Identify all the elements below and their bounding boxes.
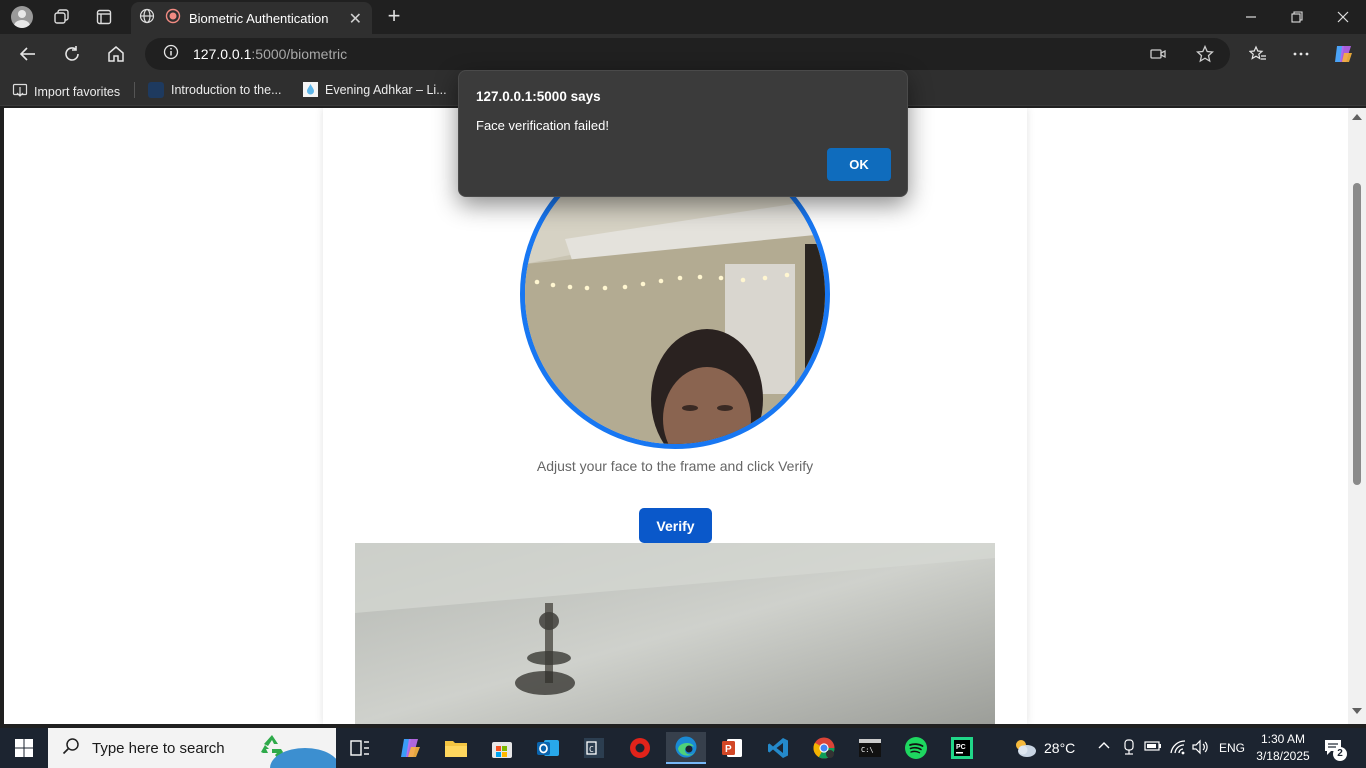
camera-tray-icon[interactable] [1121, 739, 1137, 758]
globe-icon [139, 8, 155, 29]
show-hidden-icons-icon[interactable] [1097, 739, 1111, 756]
url-path: :5000/biometric [251, 46, 348, 62]
vscode-icon[interactable] [758, 732, 798, 764]
battery-icon[interactable] [1144, 740, 1162, 755]
bookmark-label: Import favorites [34, 84, 121, 99]
new-tab-button[interactable]: + [380, 3, 408, 31]
spotify-icon[interactable] [896, 732, 936, 764]
restore-button[interactable] [1274, 0, 1320, 34]
biometric-card: Adjust your face to the frame and click … [323, 108, 1027, 724]
powerpoint-icon[interactable]: P [712, 732, 752, 764]
tab-actions-icon[interactable] [86, 0, 122, 34]
clock-time[interactable]: 1:30 AM [1258, 732, 1308, 746]
alert-dialog: 127.0.0.1:5000 says Face verification fa… [458, 70, 908, 197]
taskbar: Type here to search C P C:\ PC 28°C ENG … [0, 728, 1366, 768]
search-icon [62, 737, 80, 760]
chrome-icon[interactable] [804, 732, 844, 764]
copilot-app-icon[interactable] [390, 732, 430, 764]
close-window-button[interactable] [1320, 0, 1366, 34]
file-explorer-icon[interactable] [436, 732, 476, 764]
site-info-icon[interactable] [163, 44, 179, 65]
minimize-button[interactable] [1228, 0, 1274, 34]
svg-text:C:\: C:\ [861, 746, 874, 754]
dialog-ok-button[interactable]: OK [827, 148, 891, 181]
start-windows-icon[interactable] [4, 732, 44, 764]
webcam-video [355, 543, 995, 724]
task-view-icon[interactable] [340, 732, 380, 764]
camera-in-use-icon[interactable] [1150, 46, 1166, 67]
refresh-icon[interactable] [56, 38, 88, 70]
bookmark-label: Evening Adhkar – Li... [325, 82, 447, 97]
bookmarks-divider [134, 82, 135, 98]
volume-icon[interactable] [1192, 739, 1210, 758]
water-drop-icon [303, 82, 318, 97]
tab-title: Biometric Authentication [189, 10, 329, 26]
scrollbar-thumb[interactable] [1353, 183, 1361, 485]
profile-avatar-icon[interactable] [4, 0, 40, 34]
terminal-app-icon[interactable]: C [574, 732, 614, 764]
site-favicon-icon [148, 82, 164, 98]
bookmark-import-favorites[interactable]: Import favorites [12, 82, 120, 101]
taskbar-search-box[interactable]: Type here to search [48, 728, 336, 768]
page-scrollbar[interactable] [1348, 108, 1366, 724]
record-app-icon[interactable] [620, 732, 660, 764]
workspaces-icon[interactable] [44, 0, 80, 34]
navigation-bar: 127.0.0.1:5000/biometric [0, 34, 1366, 74]
pycharm-icon[interactable]: PC [942, 732, 982, 764]
edge-browser-icon[interactable] [666, 732, 706, 764]
favorite-star-icon[interactable] [1195, 44, 1215, 68]
instruction-text: Adjust your face to the frame and click … [536, 458, 814, 474]
favorites-icon[interactable] [1242, 38, 1274, 70]
bookmark-label: Introduction to the... [171, 83, 282, 97]
wifi-icon[interactable] [1169, 739, 1187, 758]
recording-indicator-icon [165, 8, 181, 29]
weather-icon[interactable] [1008, 732, 1042, 764]
svg-text:P: P [725, 744, 732, 755]
weather-temperature[interactable]: 28°C [1044, 740, 1075, 756]
scroll-down-arrow-icon[interactable] [1352, 708, 1362, 714]
tab-strip: Biometric Authentication ✕ + [0, 0, 1366, 34]
notification-badge: 2 [1333, 747, 1347, 761]
copilot-icon[interactable] [1327, 38, 1359, 70]
language-indicator[interactable]: ENG [1219, 741, 1245, 755]
webcam-video-image [355, 543, 995, 724]
tab-biometric-authentication[interactable]: Biometric Authentication ✕ [131, 2, 372, 34]
dialog-message: Face verification failed! [476, 118, 609, 133]
page-viewport: Adjust your face to the frame and click … [4, 108, 1348, 724]
microsoft-store-icon[interactable] [482, 732, 522, 764]
home-icon[interactable] [100, 38, 132, 70]
svg-text:C: C [589, 745, 594, 754]
command-prompt-icon[interactable]: C:\ [850, 732, 890, 764]
verify-button[interactable]: Verify [639, 508, 712, 543]
close-tab-icon[interactable]: ✕ [349, 9, 362, 29]
search-placeholder: Type here to search [92, 739, 225, 757]
bookmark-evening-adhkar[interactable]: Evening Adhkar – Li... [303, 82, 447, 97]
svg-text:PC: PC [956, 744, 966, 751]
more-menu-icon[interactable] [1285, 38, 1317, 70]
address-bar[interactable]: 127.0.0.1:5000/biometric [145, 38, 1230, 70]
bookmark-introduction[interactable]: Introduction to the... [148, 82, 282, 98]
url-host: 127.0.0.1 [193, 46, 252, 62]
scroll-up-arrow-icon[interactable] [1352, 114, 1362, 120]
back-icon[interactable] [12, 38, 44, 70]
dialog-title: 127.0.0.1:5000 says [476, 89, 601, 104]
clock-date[interactable]: 3/18/2025 [1254, 749, 1312, 763]
import-icon [12, 82, 28, 101]
outlook-icon[interactable] [528, 732, 568, 764]
